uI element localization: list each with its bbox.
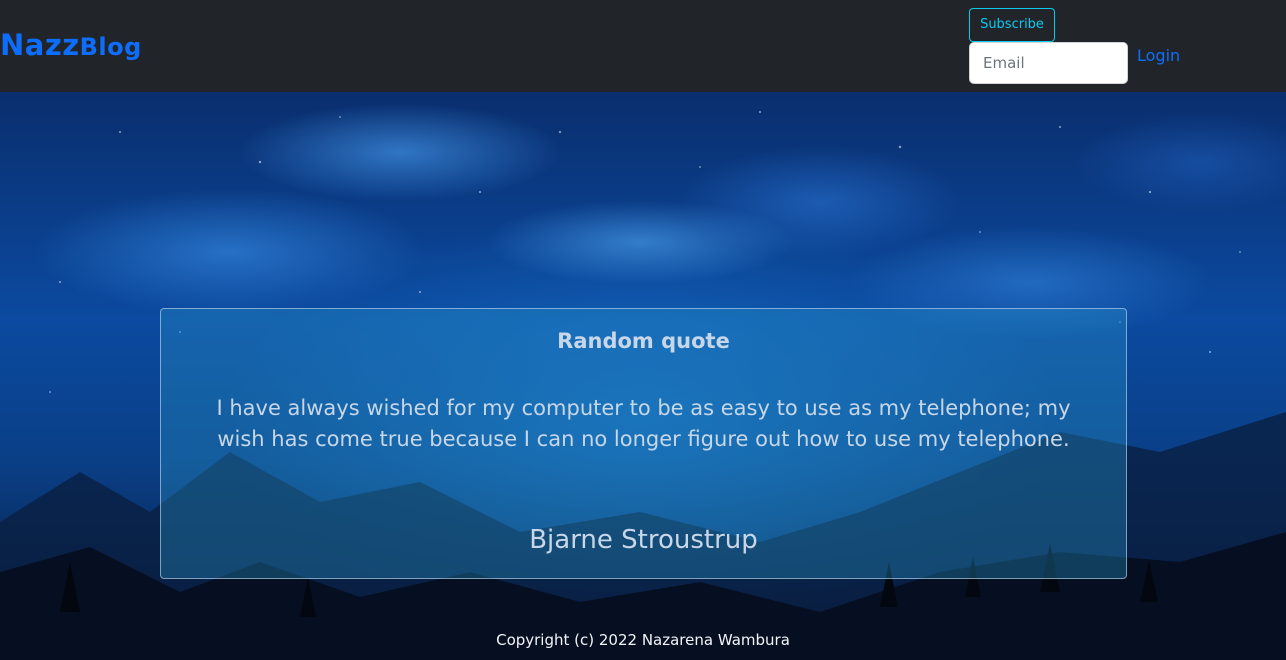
subscribe-button[interactable]: Subscribe [969,8,1055,42]
quote-author: Bjarne Stroustrup [529,525,758,555]
footer: Copyright (c) 2022 Nazarena Wambura [0,628,1286,652]
login-link[interactable]: Login [1137,45,1180,67]
brand-sub: Blog [79,33,142,61]
copyright-text: Copyright (c) 2022 Nazarena Wambura [496,631,790,649]
brand-main: Nazz [0,28,80,62]
quote-card: Random quote I have always wished for my… [160,308,1127,579]
email-field[interactable] [969,42,1128,84]
navbar: NazzBlog Subscribe Login [0,0,1286,92]
quote-title: Random quote [557,329,730,353]
brand-logo[interactable]: NazzBlog [0,28,142,64]
quote-text: I have always wished for my computer to … [216,396,1071,451]
